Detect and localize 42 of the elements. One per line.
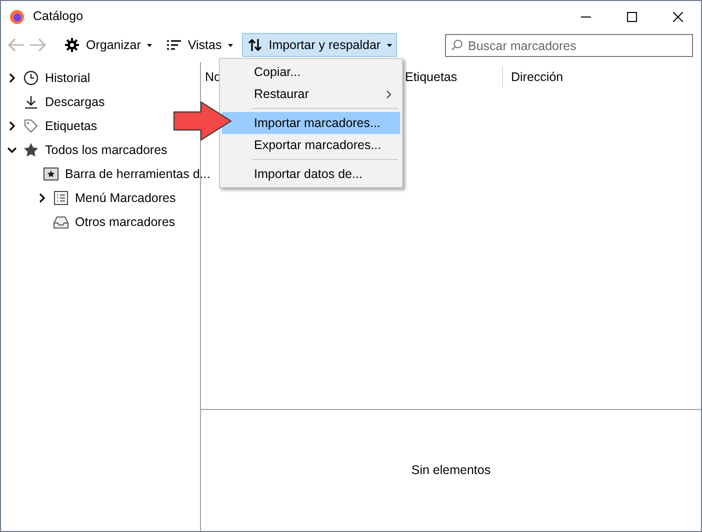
- caret-icon: [146, 44, 152, 46]
- column-header[interactable]: Dirección: [503, 66, 568, 88]
- list-icon: [53, 190, 69, 206]
- close-icon: [673, 12, 683, 22]
- tree-item[interactable]: Menú Marcadores: [75, 188, 176, 208]
- download-icon: [23, 94, 39, 110]
- tree-item[interactable]: Todos los marcadores: [45, 140, 168, 160]
- tag-icon: [23, 118, 39, 134]
- toolbar-button[interactable]: Organizar: [59, 33, 157, 57]
- caret-icon: [228, 44, 233, 46]
- tree-item[interactable]: Etiquetas: [45, 116, 98, 136]
- menu-item[interactable]: Importar datos de...: [222, 163, 400, 185]
- tree-item[interactable]: Descargas: [45, 92, 105, 112]
- tray-icon: [53, 214, 69, 230]
- menu-item[interactable]: Exportar marcadores...: [222, 134, 400, 156]
- empty-message: Sin elementos: [411, 462, 491, 480]
- caret-icon: [386, 44, 392, 46]
- tree-item[interactable]: Barra de herramientas d...: [65, 164, 210, 184]
- pointer-arrow: [173, 101, 233, 141]
- search-icon: [451, 38, 463, 50]
- settings-icon: [64, 37, 80, 53]
- menu-item[interactable]: Restaurar: [222, 83, 400, 105]
- chevron-right-icon[interactable]: [7, 73, 17, 83]
- star-box-icon: [43, 166, 59, 182]
- maximize-icon: [627, 12, 637, 22]
- list-view-icon: [166, 37, 182, 53]
- chevron-right-icon[interactable]: [7, 121, 17, 131]
- window-title: Catálogo: [33, 8, 84, 26]
- tree-item[interactable]: Historial: [45, 68, 90, 88]
- toolbar-button[interactable]: Vistas: [160, 33, 238, 57]
- chevron-down-icon[interactable]: [7, 145, 17, 155]
- up-down-arrows-icon: [246, 37, 263, 53]
- toolbar-button[interactable]: Importar y respaldar: [242, 33, 397, 57]
- star-icon: [23, 142, 39, 158]
- chevron-right-icon: [386, 90, 392, 98]
- chevron-right-icon[interactable]: [37, 193, 47, 203]
- clock-icon: [23, 70, 39, 86]
- menu-item[interactable]: Importar marcadores...: [222, 112, 400, 134]
- app-logo-icon: [9, 8, 25, 24]
- menu-item[interactable]: Copiar...: [222, 61, 400, 83]
- tree-item[interactable]: Otros marcadores: [75, 212, 176, 232]
- search-field[interactable]: Buscar marcadores: [445, 34, 693, 57]
